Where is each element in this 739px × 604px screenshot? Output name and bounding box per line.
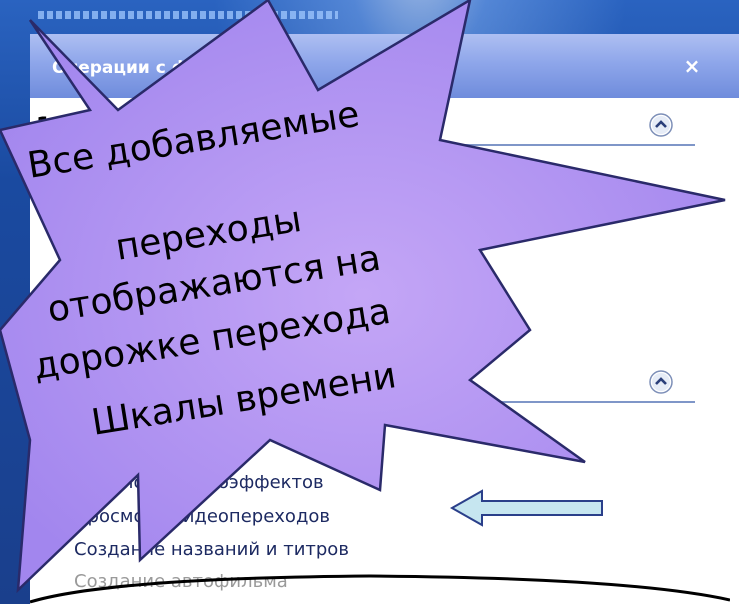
callout-starburst — [0, 0, 726, 594]
left-arrow-icon — [449, 489, 603, 527]
